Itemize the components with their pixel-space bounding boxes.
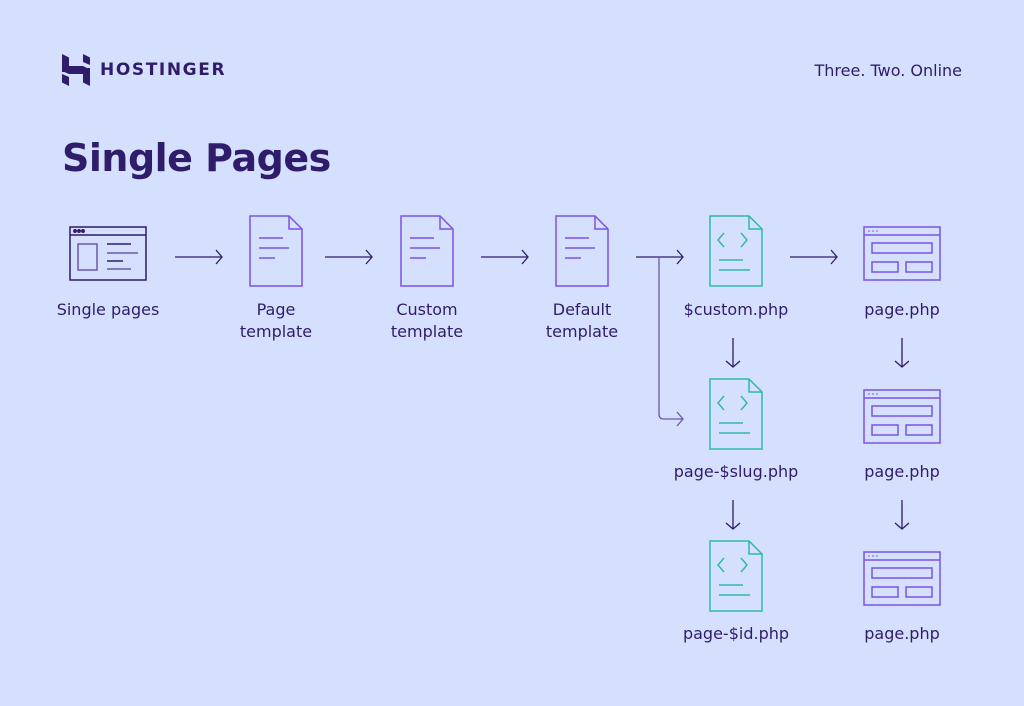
arrow-custom-to-default-template	[481, 249, 529, 265]
node-label-page-php-2: page.php	[822, 461, 982, 483]
browser-layout-icon	[69, 226, 147, 281]
code-file-icon	[709, 378, 763, 450]
label-line: Single pages	[56, 300, 160, 319]
document-icon	[555, 215, 609, 287]
label-line: Default	[552, 300, 612, 319]
arrow-single-to-page-template	[175, 249, 223, 265]
browser-wireframe-icon	[863, 389, 941, 444]
node-label-page-template: Page template	[196, 299, 356, 343]
arrow-default-to-page-slug	[658, 257, 684, 427]
code-file-icon	[709, 215, 763, 287]
label-line: page.php	[864, 624, 940, 643]
arrow-custom-php-to-page-slug	[725, 338, 741, 368]
label-line: Page	[256, 300, 296, 319]
label-line: Custom	[396, 300, 458, 319]
arrow-page-php-1-to-2	[894, 338, 910, 368]
node-label-page-id-php: page-$id.php	[656, 623, 816, 645]
node-label-page-slug-php: page-$slug.php	[656, 461, 816, 483]
label-line: template	[390, 322, 464, 341]
document-icon	[400, 215, 454, 287]
code-file-icon	[709, 540, 763, 612]
node-label-single-pages: Single pages	[28, 299, 188, 321]
browser-wireframe-icon	[863, 551, 941, 606]
node-label-default-template: Default template	[502, 299, 662, 343]
label-line: template	[545, 322, 619, 341]
label-line: page.php	[864, 300, 940, 319]
arrow-custom-php-to-page-php	[790, 249, 838, 265]
node-label-custom-template: Custom template	[347, 299, 507, 343]
arrow-page-to-custom-template	[325, 249, 373, 265]
document-icon	[249, 215, 303, 287]
label-line: page-$id.php	[682, 624, 790, 643]
node-label-custom-php: $custom.php	[656, 299, 816, 321]
label-line: template	[239, 322, 313, 341]
node-label-page-php-1: page.php	[822, 299, 982, 321]
node-label-page-php-3: page.php	[822, 623, 982, 645]
flow-diagram	[69, 215, 941, 612]
label-line: $custom.php	[683, 300, 789, 319]
arrow-page-slug-to-page-id	[725, 500, 741, 530]
label-line: page-$slug.php	[673, 462, 799, 481]
label-line: page.php	[864, 462, 940, 481]
arrows	[175, 249, 910, 530]
browser-wireframe-icon	[863, 226, 941, 281]
arrow-page-php-2-to-3	[894, 500, 910, 530]
